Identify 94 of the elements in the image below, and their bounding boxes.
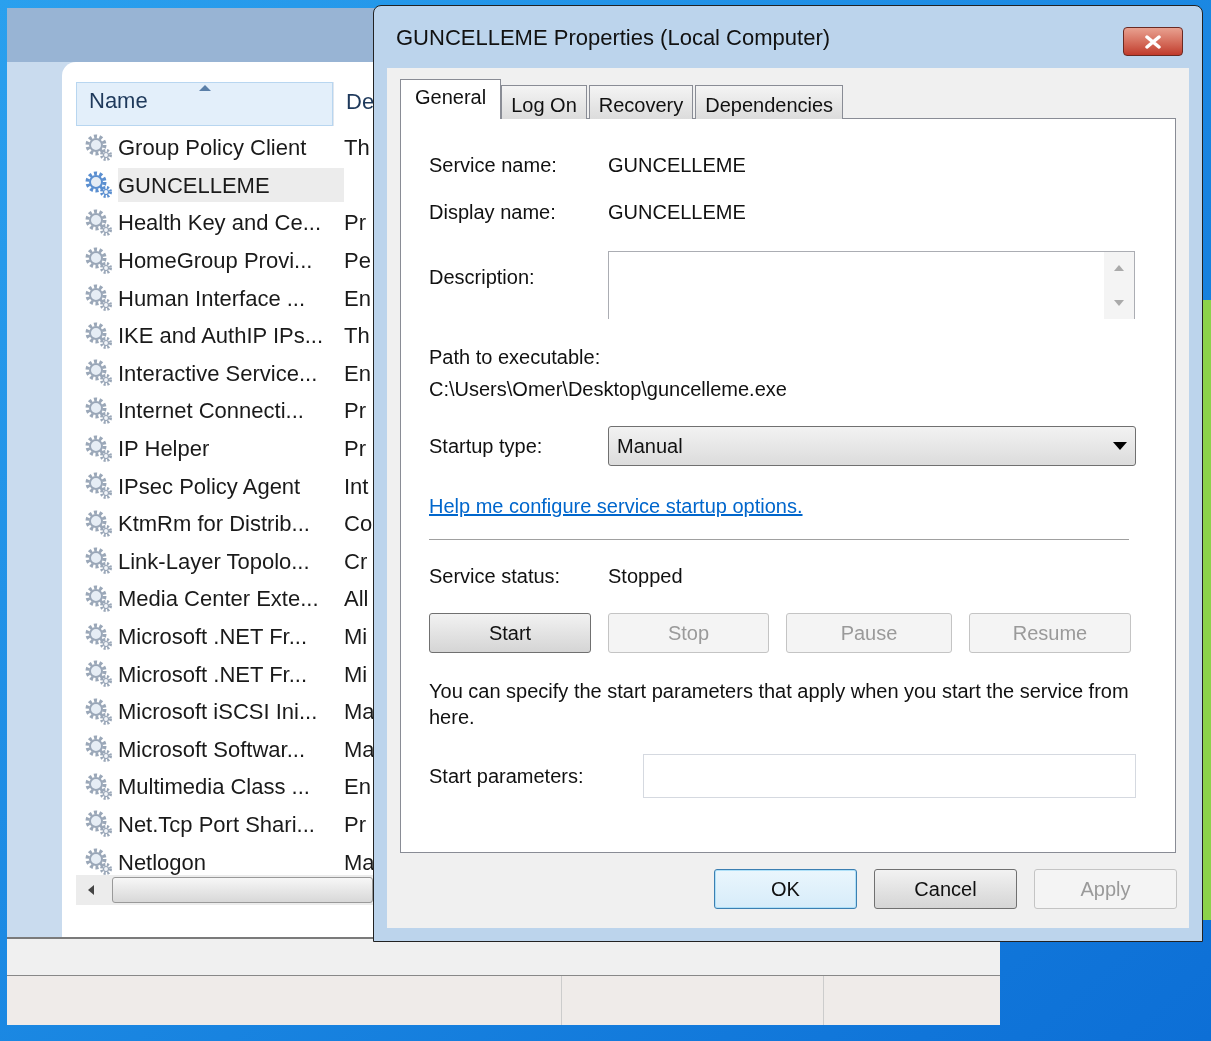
gear-icon: [84, 659, 114, 690]
gear-icon: [84, 696, 114, 727]
gear-icon: [84, 395, 114, 426]
path-value: C:\Users\Omer\Desktop\guncelleme.exe: [429, 377, 787, 401]
field-value: GUNCELLEME: [608, 153, 746, 178]
service-description: Int: [344, 472, 369, 501]
field-label: Service name:: [429, 153, 558, 178]
startup-type-dropdown[interactable]: Manual: [608, 426, 1136, 466]
service-description: Th: [344, 134, 370, 163]
close-button[interactable]: [1123, 27, 1183, 56]
service-name[interactable]: Netlogon: [118, 845, 344, 875]
gear-icon: [84, 433, 114, 464]
field-label: Start parameters:: [429, 764, 585, 789]
help-link[interactable]: Help me configure service startup options.: [429, 494, 803, 518]
column-header[interactable]: De: [333, 82, 373, 126]
gear-icon: [84, 583, 114, 614]
tab[interactable]: Dependencies: [695, 85, 844, 119]
service-name[interactable]: Health Key and Ce...: [118, 206, 344, 240]
caret-icon: [1113, 442, 1127, 450]
service-name[interactable]: Microsoft iSCSI Ini...: [118, 694, 344, 729]
service-description: En: [344, 359, 371, 388]
service-name[interactable]: Human Interface ...: [118, 281, 344, 316]
status-value: Stopped: [608, 564, 683, 589]
scroll-left-icon[interactable]: [86, 884, 96, 896]
field-label: Display name:: [429, 200, 557, 225]
service-description: Cr: [344, 547, 368, 576]
gear-icon: [84, 320, 114, 351]
start-parameters-hint: You can specify the start parameters that apply when you start the service from here.: [429, 679, 1129, 730]
service-name[interactable]: IP Helper: [118, 431, 344, 466]
service-description: Ma: [344, 848, 375, 875]
start-parameters-field[interactable]: [643, 754, 1136, 798]
service-name[interactable]: Multimedia Class ...: [118, 769, 344, 804]
gear-icon: [84, 208, 114, 238]
service-name[interactable]: IPsec Policy Agent: [118, 469, 344, 504]
scrollbar-thumb[interactable]: [112, 877, 373, 903]
service-description: Mi: [344, 660, 368, 689]
gear-icon: [84, 471, 114, 502]
close-icon: [1144, 34, 1162, 49]
service-description: Pe: [344, 247, 371, 276]
tab[interactable]: Recovery: [588, 85, 694, 119]
service-description: En: [344, 773, 371, 802]
field-label: Description:: [429, 265, 536, 290]
button[interactable]: Cancel: [874, 869, 1017, 909]
tab[interactable]: General: [400, 79, 502, 119]
service-name[interactable]: KtmRm for Distrib...: [118, 506, 344, 541]
service-description: Ma: [344, 735, 375, 764]
column-header[interactable]: Name: [76, 82, 333, 126]
field-label: Startup type:: [429, 434, 544, 459]
service-name[interactable]: GUNCELLEME: [118, 168, 344, 203]
service-description: All: [344, 585, 369, 614]
service-name[interactable]: Microsoft .NET Fr...: [118, 619, 344, 654]
service-name[interactable]: Link-Layer Topolo...: [118, 544, 344, 579]
service-name[interactable]: Microsoft Softwar...: [118, 732, 344, 767]
field-value: GUNCELLEME: [608, 200, 746, 225]
service-description: Pr: [344, 209, 366, 238]
description-field[interactable]: [608, 251, 1135, 319]
gear-icon: [84, 771, 114, 802]
gear-icon: [84, 546, 114, 577]
service-description: Pr: [344, 397, 366, 426]
window-title: GUNCELLEME Properties (Local Computer): [396, 23, 831, 52]
service-name[interactable]: Internet Connecti...: [118, 393, 344, 428]
gear-icon: [84, 508, 114, 539]
gear-icon: [84, 809, 114, 840]
service-description: Pr: [344, 435, 366, 464]
service-description: Co: [344, 510, 373, 539]
sort-arrow-icon: [198, 84, 212, 92]
gear-icon: [84, 170, 114, 201]
gear-icon: [84, 734, 114, 765]
gear-icon: [84, 621, 114, 652]
service-name[interactable]: Group Policy Client: [118, 130, 344, 165]
service-name[interactable]: Media Center Exte...: [118, 581, 344, 616]
button[interactable]: OK: [714, 869, 857, 909]
gear-icon: [84, 847, 114, 875]
gear-icon: [84, 358, 114, 389]
service-description: Ma: [344, 698, 375, 727]
service-name[interactable]: Microsoft .NET Fr...: [118, 657, 344, 692]
gear-icon: [84, 245, 114, 276]
gear-icon: [84, 132, 114, 163]
service-name[interactable]: IKE and AuthIP IPs...: [118, 318, 344, 353]
field-label: Path to executable:: [429, 345, 601, 369]
service-description: En: [344, 284, 371, 313]
service-name[interactable]: HomeGroup Provi...: [118, 243, 344, 278]
button[interactable]: Start: [429, 613, 591, 653]
horizontal-scrollbar[interactable]: [76, 875, 373, 905]
tab[interactable]: Log On: [501, 85, 587, 119]
scroll-down-icon[interactable]: [1113, 299, 1125, 307]
service-name[interactable]: Net.Tcp Port Shari...: [118, 807, 344, 842]
service-description: Pr: [344, 811, 366, 839]
service-description: Mi: [344, 623, 368, 651]
service-name[interactable]: Interactive Service...: [118, 356, 344, 391]
service-description: Th: [344, 322, 370, 351]
scroll-up-icon[interactable]: [1113, 264, 1125, 272]
gear-icon: [84, 283, 114, 314]
field-label: Service status:: [429, 564, 562, 589]
